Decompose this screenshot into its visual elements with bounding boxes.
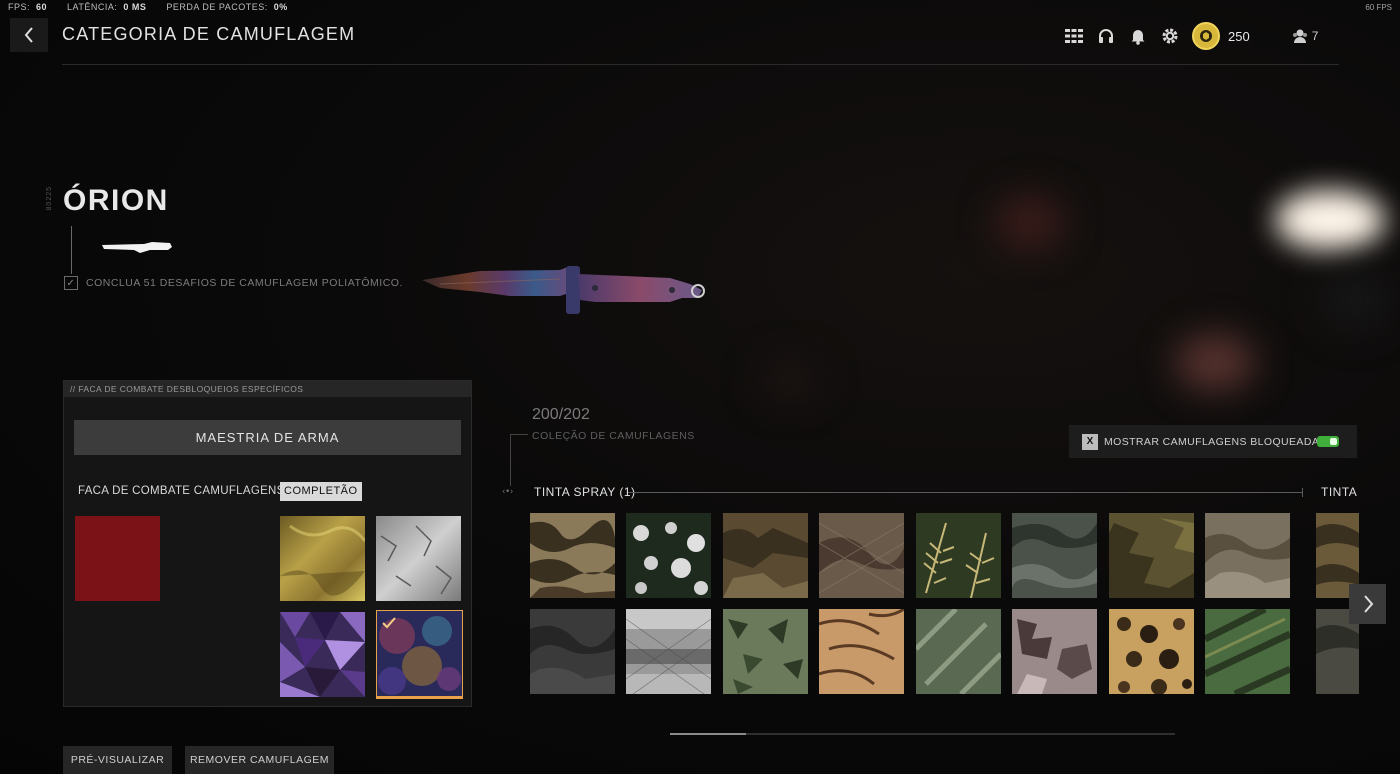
camo-tile[interactable] — [819, 513, 904, 598]
collection-connector — [510, 434, 528, 435]
knife-preview — [422, 266, 705, 314]
camo-id: 80225 — [46, 186, 53, 211]
camo-tile[interactable] — [1109, 609, 1194, 694]
section-divider-tick — [1302, 488, 1303, 497]
camo-tile[interactable] — [1205, 513, 1290, 598]
info-connector — [71, 226, 72, 274]
performance-overlay: FPS: 60 LATÊNCIA: 0 MS PERDA DE PACOTES:… — [8, 2, 302, 12]
remove-camo-button[interactable]: REMOVER CAMUFLAGEM — [185, 746, 334, 774]
panel-header: // FACA DE COMBATE DESBLOQUEIOS ESPECÍFI… — [64, 381, 471, 397]
grid-menu-icon[interactable] — [1058, 23, 1090, 49]
selected-camo-swatch[interactable] — [75, 516, 160, 601]
gear-icon[interactable] — [1154, 23, 1186, 49]
packet-loss-label: PERDA DE PACOTES: — [166, 2, 268, 12]
camo-name: ÓRION — [63, 184, 169, 217]
polyatomic-camo-tile[interactable] — [280, 612, 365, 697]
category-label: FACA DE COMBATE CAMUFLAGENS — [78, 485, 285, 497]
camo-tile[interactable] — [1012, 513, 1097, 598]
knife-silhouette-icon — [102, 242, 172, 253]
headset-icon[interactable] — [1090, 23, 1122, 49]
camo-tile[interactable] — [1012, 609, 1097, 694]
fps-counter: 60 FPS — [1365, 3, 1392, 12]
fps-label: FPS: — [8, 2, 31, 12]
party-count: 7 — [1311, 29, 1319, 43]
camo-tile[interactable] — [626, 609, 711, 694]
weapon-mastery-button[interactable]: MAESTRIA DE ARMA — [74, 420, 461, 455]
packet-loss-value: 0% — [273, 2, 288, 12]
camo-tile[interactable] — [626, 513, 711, 598]
background-light — [760, 360, 820, 400]
top-bar-icons: 250 7 — [1058, 22, 1318, 50]
challenge-row: ✓ CONCLUA 51 DESAFIOS DE CAMUFLAGEM POLI… — [64, 276, 403, 290]
camo-tile[interactable] — [916, 513, 1001, 598]
challenge-text: CONCLUA 51 DESAFIOS DE CAMUFLAGEM POLIAT… — [86, 277, 403, 289]
collection-label: COLEÇÃO DE CAMUFLAGENS — [532, 430, 695, 442]
camo-tile[interactable] — [530, 609, 615, 694]
latency-value: 0 MS — [123, 2, 147, 12]
collection-node-icon: ‹•› — [502, 487, 514, 497]
show-locked-toggle-row[interactable]: X MOSTRAR CAMUFLAGENS BLOQUEADAS — [1069, 425, 1357, 458]
back-button[interactable] — [10, 18, 48, 52]
background-light — [995, 195, 1065, 250]
cod-points-value: 250 — [1228, 28, 1250, 44]
cod-points-icon[interactable] — [1192, 22, 1220, 50]
completion-tab[interactable]: COMPLETÃO — [280, 482, 362, 501]
camo-tile[interactable] — [916, 609, 1001, 694]
camo-tile[interactable] — [1109, 513, 1194, 598]
gold-camo-tile[interactable] — [280, 516, 365, 601]
next-section-label: TINTA — [1321, 485, 1358, 499]
page-title: CATEGORIA DE CAMUFLAGEM — [62, 24, 356, 44]
switch-knob — [1330, 438, 1337, 445]
background-light — [1175, 335, 1255, 390]
section-divider — [628, 492, 1303, 493]
chevron-right-icon — [1363, 595, 1373, 613]
next-page-button[interactable] — [1349, 584, 1386, 624]
show-locked-switch[interactable] — [1317, 436, 1339, 447]
fps-value: 60 — [36, 2, 48, 12]
challenge-checkbox: ✓ — [64, 276, 78, 290]
camo-tile[interactable] — [1205, 609, 1290, 694]
latency-label: LATÊNCIA: — [67, 2, 118, 12]
preview-button[interactable]: PRÉ-VISUALIZAR — [63, 746, 172, 774]
section-label: TINTA SPRAY (1) — [534, 485, 636, 499]
camo-tile[interactable] — [723, 513, 808, 598]
equipped-check-icon — [382, 617, 396, 629]
orion-camo-tile[interactable] — [376, 610, 463, 699]
bell-icon[interactable] — [1122, 23, 1154, 49]
chevron-left-icon — [24, 27, 33, 43]
header-divider — [62, 64, 1339, 65]
camo-tile[interactable] — [723, 609, 808, 694]
scroll-thumb[interactable] — [670, 733, 746, 735]
key-x-icon: X — [1082, 433, 1098, 450]
unlocks-panel: // FACA DE COMBATE DESBLOQUEIOS ESPECÍFI… — [63, 380, 472, 707]
collection-count: 200/202 — [532, 406, 590, 423]
background-light — [1275, 190, 1385, 250]
camo-tile[interactable] — [530, 513, 615, 598]
camo-tile[interactable] — [819, 609, 904, 694]
platinum-camo-tile[interactable] — [376, 516, 461, 601]
show-locked-label: MOSTRAR CAMUFLAGENS BLOQUEADAS — [1104, 435, 1327, 448]
collection-connector — [510, 434, 511, 486]
background-light — [1320, 270, 1390, 330]
